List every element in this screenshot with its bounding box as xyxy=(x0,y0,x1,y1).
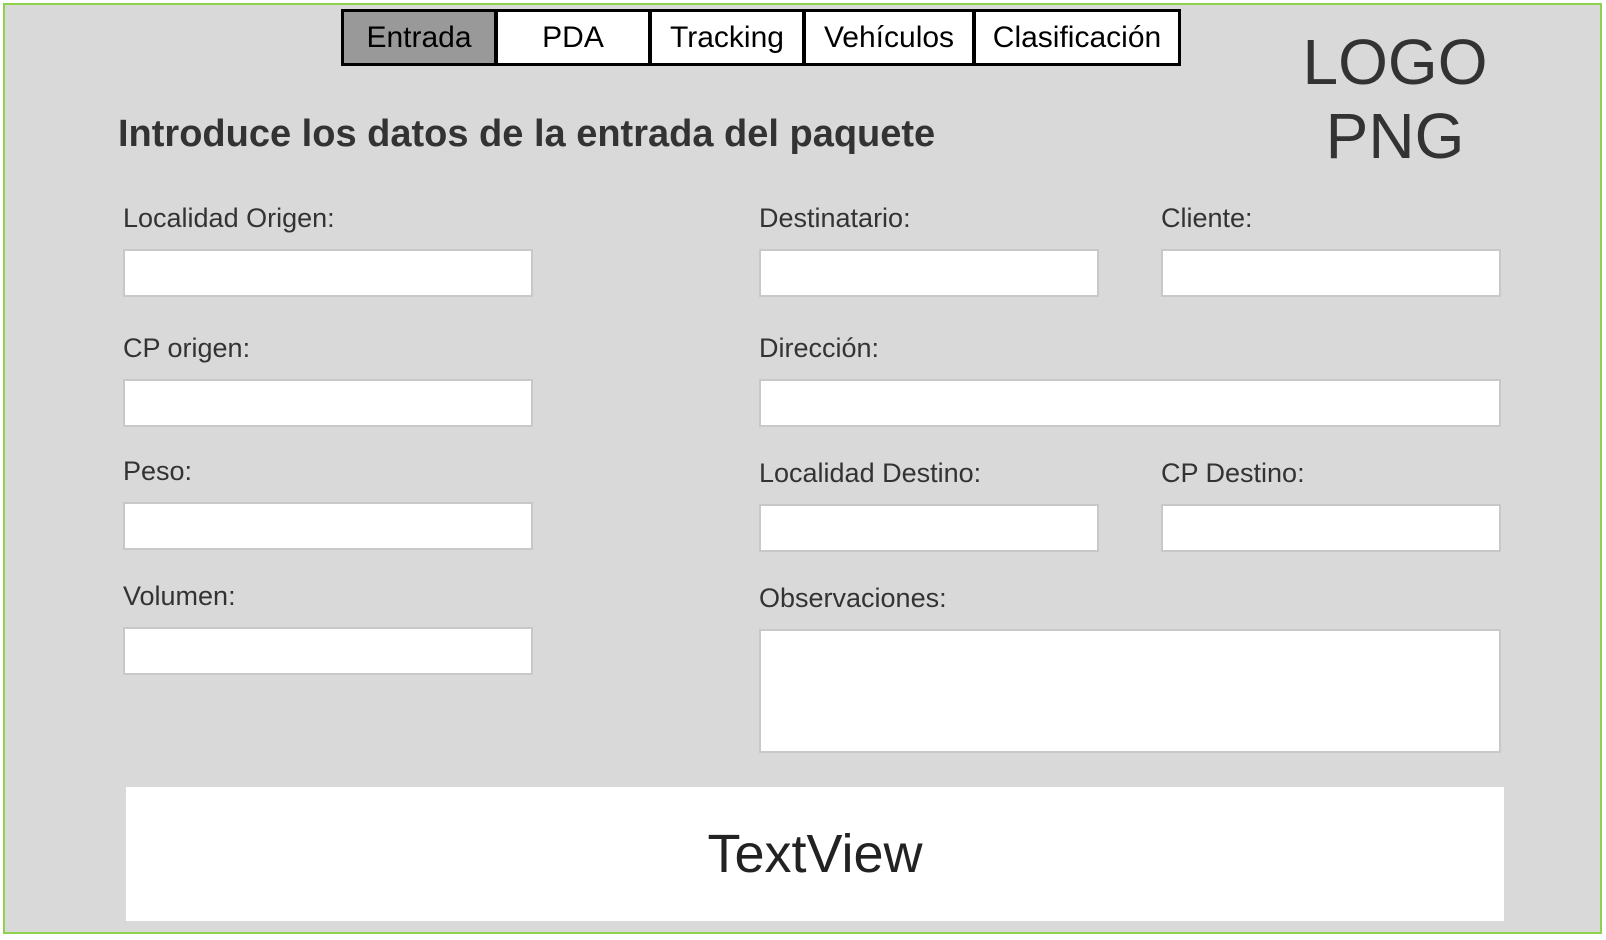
logo-placeholder: LOGO PNG xyxy=(1275,25,1515,173)
localidad-destino-input[interactable] xyxy=(759,504,1099,552)
logo-line-2: PNG xyxy=(1325,100,1465,172)
localidad-destino-label: Localidad Destino: xyxy=(759,458,982,488)
cp-destino-label: CP Destino: xyxy=(1161,458,1305,488)
cp-origen-label: CP origen: xyxy=(123,333,251,363)
peso-input[interactable] xyxy=(123,502,533,550)
tab-bar: Entrada PDA Tracking Vehículos Clasifica… xyxy=(341,9,1181,66)
cliente-input[interactable] xyxy=(1161,249,1501,297)
direccion-label: Dirección: xyxy=(759,333,880,363)
destinatario-input[interactable] xyxy=(759,249,1099,297)
volumen-input[interactable] xyxy=(123,627,533,675)
tab-vehiculos[interactable]: Vehículos xyxy=(805,11,973,64)
cp-origen-input[interactable] xyxy=(123,379,533,427)
app-frame: Entrada PDA Tracking Vehículos Clasifica… xyxy=(3,3,1602,934)
observaciones-label: Observaciones: xyxy=(759,583,947,613)
form-title: Introduce los datos de la entrada del pa… xyxy=(118,113,936,155)
cliente-label: Cliente: xyxy=(1161,203,1253,233)
volumen-label: Volumen: xyxy=(123,581,236,611)
localidad-origen-input[interactable] xyxy=(123,249,533,297)
tab-tracking[interactable]: Tracking xyxy=(651,11,803,64)
destinatario-label: Destinatario: xyxy=(759,203,911,233)
cp-destino-input[interactable] xyxy=(1161,504,1501,552)
logo-line-1: LOGO xyxy=(1302,26,1488,98)
observaciones-textarea[interactable] xyxy=(759,629,1501,753)
tab-clasificacion[interactable]: Clasificación xyxy=(975,11,1179,64)
direccion-input[interactable] xyxy=(759,379,1501,427)
localidad-origen-label: Localidad Origen: xyxy=(123,203,335,233)
tab-pda[interactable]: PDA xyxy=(497,11,649,64)
peso-label: Peso: xyxy=(123,456,193,486)
textview-output: TextView xyxy=(126,787,1504,921)
tab-entrada[interactable]: Entrada xyxy=(343,11,495,64)
